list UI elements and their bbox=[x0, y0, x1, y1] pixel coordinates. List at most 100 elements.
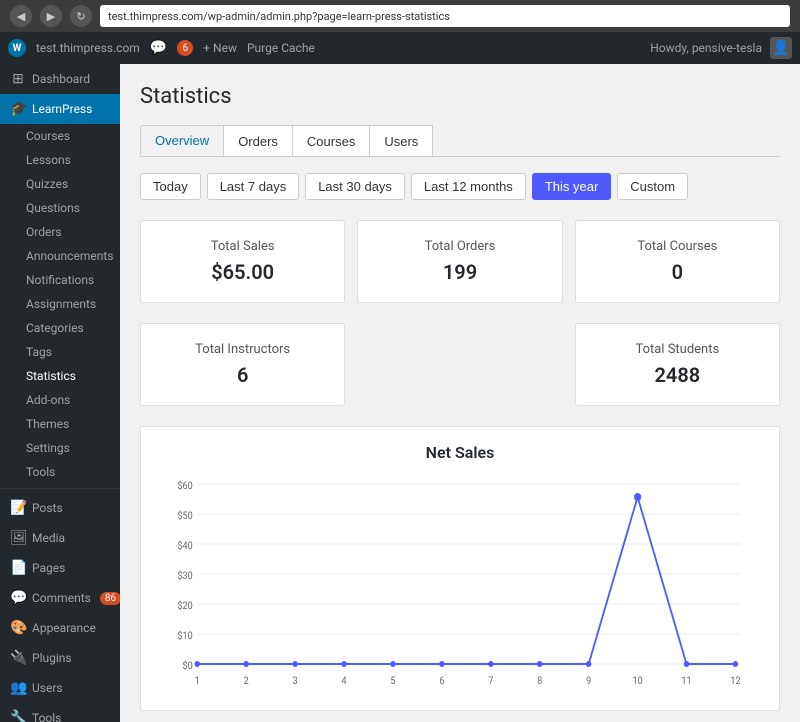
sidebar-appearance-label: Appearance bbox=[32, 621, 96, 635]
media-icon: 🖼 bbox=[10, 530, 26, 546]
sidebar-item-comments[interactable]: 💬 Comments 86 bbox=[0, 583, 120, 613]
svg-text:11: 11 bbox=[681, 676, 691, 688]
stat-total-students: Total Students 2488 bbox=[575, 323, 780, 406]
sidebar-sub-assignments[interactable]: Assignments bbox=[0, 292, 120, 316]
stat-total-orders: Total Orders 199 bbox=[357, 220, 562, 303]
url-bar[interactable]: test.thimpress.com/wp-admin/admin.php?pa… bbox=[100, 5, 790, 27]
sidebar-sub-quizzes[interactable]: Quizzes bbox=[0, 172, 120, 196]
total-sales-label: Total Sales bbox=[161, 239, 324, 254]
site-name[interactable]: test.thimpress.com bbox=[36, 41, 140, 55]
stat-total-courses: Total Courses 0 bbox=[575, 220, 780, 303]
sidebar-item-posts[interactable]: 📝 Posts bbox=[0, 493, 120, 523]
tools-icon: 🔧 bbox=[10, 710, 26, 722]
filter-thisyear[interactable]: This year bbox=[532, 173, 611, 200]
stat-total-instructors: Total Instructors 6 bbox=[140, 323, 345, 406]
svg-text:$40: $40 bbox=[177, 541, 192, 553]
svg-text:10: 10 bbox=[632, 676, 642, 688]
svg-text:$50: $50 bbox=[177, 511, 192, 523]
svg-text:9: 9 bbox=[586, 676, 591, 688]
svg-text:7: 7 bbox=[488, 676, 493, 688]
pages-icon: 📄 bbox=[10, 560, 26, 576]
refresh-button[interactable]: ↻ bbox=[70, 5, 92, 27]
learnpress-icon: 🎓 bbox=[10, 101, 26, 117]
filter-last7[interactable]: Last 7 days bbox=[207, 173, 300, 200]
sidebar-sub-orders[interactable]: Orders bbox=[0, 220, 120, 244]
sidebar-item-learnpress[interactable]: 🎓 LearnPress bbox=[0, 94, 120, 124]
sidebar-sub-notifications[interactable]: Notifications bbox=[0, 268, 120, 292]
svg-text:$0: $0 bbox=[183, 661, 193, 673]
total-instructors-value: 6 bbox=[161, 363, 324, 387]
tab-courses[interactable]: Courses bbox=[292, 125, 370, 156]
avatar[interactable]: 👤 bbox=[770, 37, 792, 59]
filter-today[interactable]: Today bbox=[140, 173, 201, 200]
howdy-text: Howdy, pensive-tesla bbox=[650, 41, 762, 55]
sidebar-item-users[interactable]: 👥 Users bbox=[0, 673, 120, 703]
sidebar-users-label: Users bbox=[32, 681, 63, 695]
filter-last30[interactable]: Last 30 days bbox=[305, 173, 405, 200]
sidebar-item-media[interactable]: 🖼 Media bbox=[0, 523, 120, 553]
svg-text:5: 5 bbox=[390, 676, 395, 688]
total-courses-value: 0 bbox=[596, 260, 759, 284]
sidebar-sub-tags[interactable]: Tags bbox=[0, 340, 120, 364]
sidebar-sub-announcements[interactable]: Announcements bbox=[0, 244, 120, 268]
stat-total-sales: Total Sales $65.00 bbox=[140, 220, 345, 303]
sidebar-item-appearance[interactable]: 🎨 Appearance bbox=[0, 613, 120, 643]
sidebar-sub-themes[interactable]: Themes bbox=[0, 412, 120, 436]
wp-logo-icon[interactable]: W bbox=[8, 39, 26, 57]
sidebar-plugins-label: Plugins bbox=[32, 651, 72, 665]
tab-users[interactable]: Users bbox=[369, 125, 433, 156]
purge-cache-button[interactable]: Purge Cache bbox=[247, 41, 315, 55]
browser-bar: ◀ ▶ ↻ test.thimpress.com/wp-admin/admin.… bbox=[0, 0, 800, 32]
filter-last12[interactable]: Last 12 months bbox=[411, 173, 526, 200]
sidebar-tools-label: Tools bbox=[32, 711, 61, 722]
sidebar-sub-addons[interactable]: Add-ons bbox=[0, 388, 120, 412]
forward-button[interactable]: ▶ bbox=[40, 5, 62, 27]
sidebar-item-pages[interactable]: 📄 Pages bbox=[0, 553, 120, 583]
svg-text:12: 12 bbox=[730, 676, 740, 688]
total-orders-label: Total Orders bbox=[378, 239, 541, 254]
back-button[interactable]: ◀ bbox=[10, 5, 32, 27]
chart-section: Net Sales $0 $10 $20 $30 $40 bbox=[140, 426, 780, 711]
sidebar: ⊞ Dashboard 🎓 LearnPress Courses Lessons… bbox=[0, 64, 120, 722]
sidebar-sub-lessons[interactable]: Lessons bbox=[0, 148, 120, 172]
chart-svg: $0 $10 $20 $30 $40 $50 $60 bbox=[161, 474, 759, 694]
comments-count: 6 bbox=[177, 40, 193, 56]
comments-icon: 💬 bbox=[150, 40, 167, 56]
tab-orders[interactable]: Orders bbox=[223, 125, 293, 156]
stats-grid-row1: Total Sales $65.00 Total Orders 199 Tota… bbox=[140, 220, 780, 303]
sidebar-posts-label: Posts bbox=[32, 501, 63, 515]
sidebar-sub-categories[interactable]: Categories bbox=[0, 316, 120, 340]
sidebar-item-tools[interactable]: 🔧 Tools bbox=[0, 703, 120, 722]
total-instructors-label: Total Instructors bbox=[161, 342, 324, 357]
sidebar-sub-settings[interactable]: Settings bbox=[0, 436, 120, 460]
content-area: Statistics Overview Orders Courses Users… bbox=[120, 64, 800, 722]
filter-custom[interactable]: Custom bbox=[617, 173, 688, 200]
comments-sidebar-icon: 💬 bbox=[10, 590, 26, 606]
sidebar-media-label: Media bbox=[32, 531, 65, 545]
sidebar-sub-questions[interactable]: Questions bbox=[0, 196, 120, 220]
posts-icon: 📝 bbox=[10, 500, 26, 516]
svg-text:3: 3 bbox=[293, 676, 298, 688]
sidebar-sub-courses[interactable]: Courses bbox=[0, 124, 120, 148]
svg-text:$10: $10 bbox=[177, 631, 192, 643]
sidebar-sub-statistics[interactable]: Statistics bbox=[0, 364, 120, 388]
page-title: Statistics bbox=[140, 84, 780, 109]
svg-text:8: 8 bbox=[537, 676, 542, 688]
sidebar-learnpress-label: LearnPress bbox=[32, 102, 92, 116]
chart-container: $0 $10 $20 $30 $40 $50 $60 bbox=[161, 474, 759, 694]
sidebar-item-plugins[interactable]: 🔌 Plugins bbox=[0, 643, 120, 673]
chart-title: Net Sales bbox=[161, 443, 759, 462]
filter-row: Today Last 7 days Last 30 days Last 12 m… bbox=[140, 173, 780, 200]
appearance-icon: 🎨 bbox=[10, 620, 26, 636]
total-orders-value: 199 bbox=[378, 260, 541, 284]
sidebar-item-dashboard[interactable]: ⊞ Dashboard bbox=[0, 64, 120, 94]
sidebar-sub-tools[interactable]: Tools bbox=[0, 460, 120, 484]
svg-text:$30: $30 bbox=[177, 571, 192, 583]
svg-text:2: 2 bbox=[244, 676, 249, 688]
dashboard-icon: ⊞ bbox=[10, 71, 26, 87]
sidebar-pages-label: Pages bbox=[32, 561, 65, 575]
tab-overview[interactable]: Overview bbox=[140, 125, 224, 156]
plugins-icon: 🔌 bbox=[10, 650, 26, 666]
new-button[interactable]: + New bbox=[203, 41, 237, 55]
svg-text:4: 4 bbox=[341, 676, 347, 688]
